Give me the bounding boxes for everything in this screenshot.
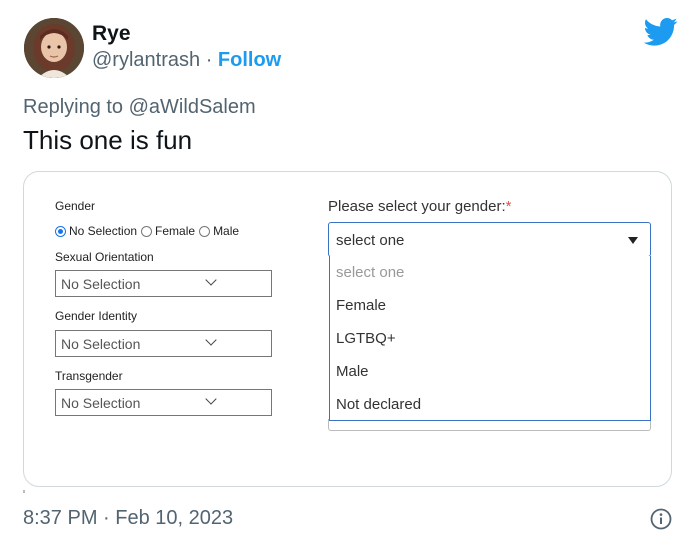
media-card[interactable]: Gender No Selection Female Male Sexual O…	[23, 171, 672, 487]
handle[interactable]: @rylantrash	[92, 49, 200, 71]
radio-no-selection[interactable]	[55, 225, 66, 237]
gender-dropdown[interactable]: select one	[328, 222, 651, 257]
follow-button[interactable]: Follow	[218, 49, 281, 71]
transgender-select[interactable]: No Selection	[55, 389, 272, 416]
dropdown-option-male[interactable]: Male	[330, 355, 650, 388]
handle-row: @rylantrash · Follow	[92, 49, 281, 72]
reply-context: Replying to @aWildSalem	[23, 96, 256, 119]
chevron-down-icon	[205, 393, 217, 405]
gender-label: Gender	[55, 199, 96, 213]
gender-question-label: Please select your gender:*	[328, 198, 511, 215]
radio-male[interactable]	[199, 225, 211, 237]
gender-identity-value: No Selection	[61, 336, 141, 352]
dropdown-option-not-declared[interactable]: Not declared	[330, 388, 650, 421]
sexual-orientation-value: No Selection	[61, 276, 141, 292]
sexual-orientation-label: Sexual Orientation	[55, 250, 154, 264]
divider-mark	[23, 490, 25, 493]
reply-prefix: Replying to	[23, 96, 124, 118]
tweet-text: This one is fun	[23, 125, 193, 155]
transgender-label: Transgender	[55, 369, 123, 383]
info-icon[interactable]	[650, 508, 672, 530]
timestamp-time: 8:37 PM	[23, 507, 98, 529]
gender-identity-label: Gender Identity	[55, 309, 138, 323]
reply-mention-link[interactable]: @aWildSalem	[129, 96, 256, 118]
radio-female[interactable]	[141, 225, 153, 237]
timestamp-date: Feb 10, 2023	[115, 507, 234, 529]
radio-label-no-selection: No Selection	[69, 224, 138, 238]
gender-identity-select[interactable]: No Selection	[55, 330, 272, 357]
chevron-down-icon	[205, 274, 217, 286]
gender-dropdown-value: select one	[336, 232, 405, 249]
dropdown-option-female[interactable]: Female	[330, 289, 650, 322]
twitter-bird-icon[interactable]	[643, 17, 678, 47]
radio-label-female: Female	[155, 224, 196, 238]
dropdown-option-select-one[interactable]: select one	[330, 256, 650, 289]
display-name[interactable]: Rye	[92, 22, 131, 46]
caret-down-icon	[628, 237, 638, 244]
gender-question-text: Please select your gender:	[328, 198, 506, 215]
required-asterisk: *	[505, 198, 512, 215]
sexual-orientation-select[interactable]: No Selection	[55, 270, 272, 297]
timestamp-separator: ·	[103, 507, 110, 529]
dropdown-option-lgtbq[interactable]: LGTBQ+	[330, 322, 650, 355]
gender-dropdown-list: select one Female LGTBQ+ Male Not declar…	[329, 256, 651, 421]
avatar[interactable]	[24, 18, 84, 78]
gender-radio-group: No Selection Female Male	[55, 224, 243, 238]
chevron-down-icon	[205, 334, 217, 346]
radio-label-male: Male	[213, 224, 240, 238]
transgender-value: No Selection	[61, 395, 141, 411]
handle-separator: ·	[205, 49, 213, 71]
tweet-timestamp[interactable]: 8:37 PM · Feb 10, 2023	[23, 507, 233, 530]
